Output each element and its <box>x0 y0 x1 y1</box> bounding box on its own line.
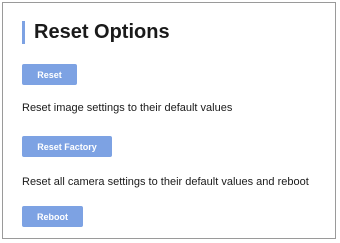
reset-options-panel: Reset Options Reset Reset image settings… <box>2 2 336 239</box>
reset-description: Reset image settings to their default va… <box>22 102 233 114</box>
title-accent-bar <box>22 20 25 44</box>
reset-factory-button[interactable]: Reset Factory <box>22 136 112 157</box>
reset-factory-description: Reset all camera settings to their defau… <box>22 176 309 188</box>
reset-button[interactable]: Reset <box>22 64 77 85</box>
section-header: Reset Options <box>22 20 170 44</box>
section-title: Reset Options <box>34 20 170 43</box>
reboot-button[interactable]: Reboot <box>22 206 83 227</box>
